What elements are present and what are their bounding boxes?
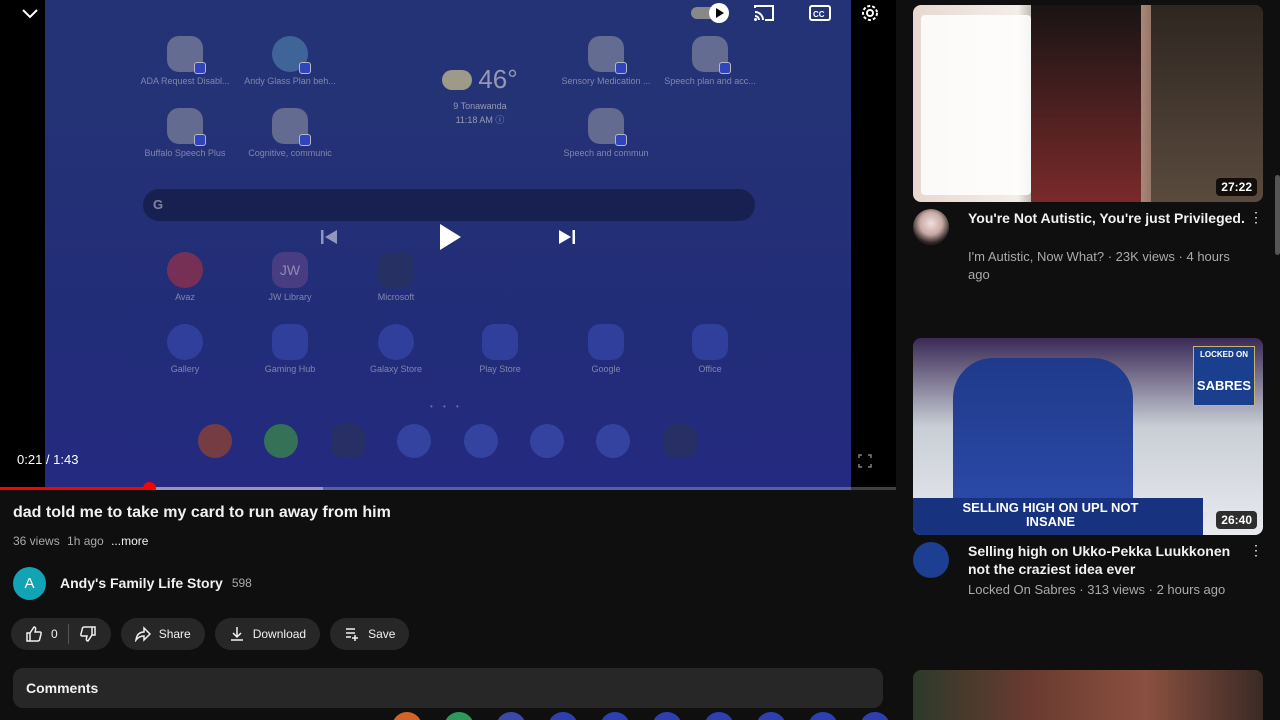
taskbar-app-icon[interactable] (392, 712, 422, 720)
duration-badge: 26:40 (1216, 511, 1257, 529)
rec-title[interactable]: Selling high on Ukko-Pekka Luukkonen not… (968, 542, 1248, 578)
video-player[interactable]: ADA Request Disabl... Andy Glass Plan be… (0, 0, 896, 490)
desktop-app-galaxy-store: Galaxy Store (341, 324, 451, 374)
desktop-app-play-store: Play Store (445, 324, 555, 374)
google-search-bar: G (143, 189, 755, 221)
play-icon[interactable] (434, 220, 466, 254)
subscriber-count: 598 (231, 576, 252, 590)
rec-item-1[interactable]: Selling high on Ukko-Pekka Luukkonen not… (913, 542, 1263, 622)
more-vert-icon[interactable]: ⋮ (1249, 209, 1263, 226)
taskbar-app-icon[interactable] (704, 712, 734, 720)
rec-meta: I'm Autistic, Now What? · 23K views · 4 … (968, 249, 1230, 282)
more-vert-icon[interactable]: ⋮ (1249, 542, 1263, 559)
desktop-app-avaz: Avaz (130, 252, 240, 302)
chevron-down-icon[interactable] (18, 4, 42, 24)
thumbnail-caption: SELLING HIGH ON UPL NOT INSANE (962, 500, 1139, 529)
settings-gear-icon[interactable] (858, 2, 882, 24)
captions-icon[interactable]: CC (808, 3, 832, 23)
google-g-icon: G (153, 197, 164, 212)
desktop-app-gallery: Gallery (130, 324, 240, 374)
taskbar-app-icon[interactable] (444, 712, 474, 720)
autoplay-toggle[interactable] (690, 3, 732, 23)
channel-row[interactable]: A Andy's Family Life Story 598 (13, 566, 252, 600)
taskbar-app-icon[interactable] (652, 712, 682, 720)
desktop-app-speech-communication: Speech and commun (551, 108, 661, 158)
desktop-app-speech-plan: Speech plan and acc... (655, 36, 765, 86)
progress-bar[interactable] (0, 482, 896, 490)
download-button[interactable]: Download (214, 618, 321, 650)
taskbar-app-icon[interactable] (496, 712, 526, 720)
view-count: 36 views (13, 534, 60, 548)
video-meta[interactable]: 36 views 1h ago ...more (13, 534, 148, 548)
page-indicator: • • • (430, 402, 463, 411)
video-title: dad told me to take my card to run away … (13, 504, 391, 521)
download-icon (230, 627, 243, 641)
dislike-button[interactable] (79, 625, 97, 643)
desktop-app-office: Office (655, 324, 765, 374)
action-bar: 0 Share Download Save (11, 618, 410, 650)
rec-title[interactable]: You're Not Autistic, You're just Privile… (968, 209, 1248, 227)
scrollbar[interactable] (1275, 175, 1280, 255)
share-button[interactable]: Share (120, 618, 205, 650)
like-button[interactable]: 0 (25, 625, 58, 643)
rec-item-0[interactable]: You're Not Autistic, You're just Privile… (913, 209, 1263, 289)
comments-panel[interactable]: Comments (13, 668, 883, 708)
rec-channel-avatar[interactable] (913, 209, 949, 245)
desktop-app-gaming-hub: Gaming Hub (235, 324, 345, 374)
rec-thumbnail-1[interactable]: LOCKED ON SABRES SELLING HIGH ON UPL NOT… (913, 338, 1263, 535)
fullscreen-icon[interactable] (855, 451, 875, 471)
played-bar (0, 487, 150, 490)
upload-age: 1h ago (67, 534, 104, 548)
download-label: Download (252, 627, 307, 641)
desktop-app-microsoft: Microsoft (341, 252, 451, 302)
share-icon (134, 626, 151, 642)
svg-text:CC: CC (813, 10, 825, 19)
cloud-icon (442, 69, 473, 90)
rec-meta: Locked On Sabres · 313 views · 2 hours a… (968, 582, 1226, 597)
desktop-app-jw-library: JW JW Library (235, 252, 345, 302)
locked-on-label: LOCKED ON (1200, 350, 1248, 359)
desktop-app-google: Google (551, 324, 661, 374)
youtube-watch-page: ADA Request Disabl... Andy Glass Plan be… (0, 0, 1280, 720)
desktop-app-buffalo-speech: Buffalo Speech Plus (130, 108, 240, 158)
taskbar-app-icon[interactable] (860, 712, 890, 720)
save-label: Save (368, 627, 396, 641)
desktop-app-sensory-medication: Sensory Medication ... (551, 36, 661, 86)
sabres-label: SABRES (1196, 378, 1252, 393)
desktop-app-cognitive: Cognitive, communic (235, 108, 345, 158)
taskbar-app-icon[interactable] (600, 712, 630, 720)
recommendations-sidebar: 27:22 You're Not Autistic, You're just P… (896, 0, 1280, 720)
channel-avatar[interactable]: A (13, 566, 46, 600)
rec-thumbnail-2[interactable] (913, 670, 1263, 720)
more-link[interactable]: ...more (111, 534, 148, 548)
thumbs-up-icon (26, 626, 42, 642)
duration-badge: 27:22 (1216, 178, 1257, 196)
taskbar-app-icon[interactable] (756, 712, 786, 720)
like-count: 0 (51, 627, 58, 641)
next-icon[interactable] (554, 224, 580, 250)
taskbar-app-icon[interactable] (548, 712, 578, 720)
thumbs-down-icon (79, 626, 96, 642)
cast-icon[interactable] (752, 3, 776, 23)
video-time: 0:21 / 1:43 (17, 452, 79, 467)
rec-thumbnail-0[interactable]: 27:22 (913, 5, 1263, 202)
like-dislike-pill: 0 (11, 618, 111, 650)
channel-name[interactable]: Andy's Family Life Story (60, 575, 223, 591)
comments-label: Comments (26, 680, 99, 696)
desktop-app-ada-request: ADA Request Disabl... (130, 36, 240, 86)
previous-icon[interactable] (316, 224, 342, 250)
save-button[interactable]: Save (330, 618, 410, 650)
save-playlist-icon (346, 628, 359, 641)
weather-widget: 46° 9 Tonawanda 11:18 AM ⓘ (405, 64, 555, 126)
rec-channel-avatar[interactable] (913, 542, 949, 578)
taskbar-app-icon[interactable] (808, 712, 838, 720)
share-label: Share (158, 627, 191, 641)
desktop-app-andy-glass-plan: Andy Glass Plan beh... (235, 36, 345, 86)
